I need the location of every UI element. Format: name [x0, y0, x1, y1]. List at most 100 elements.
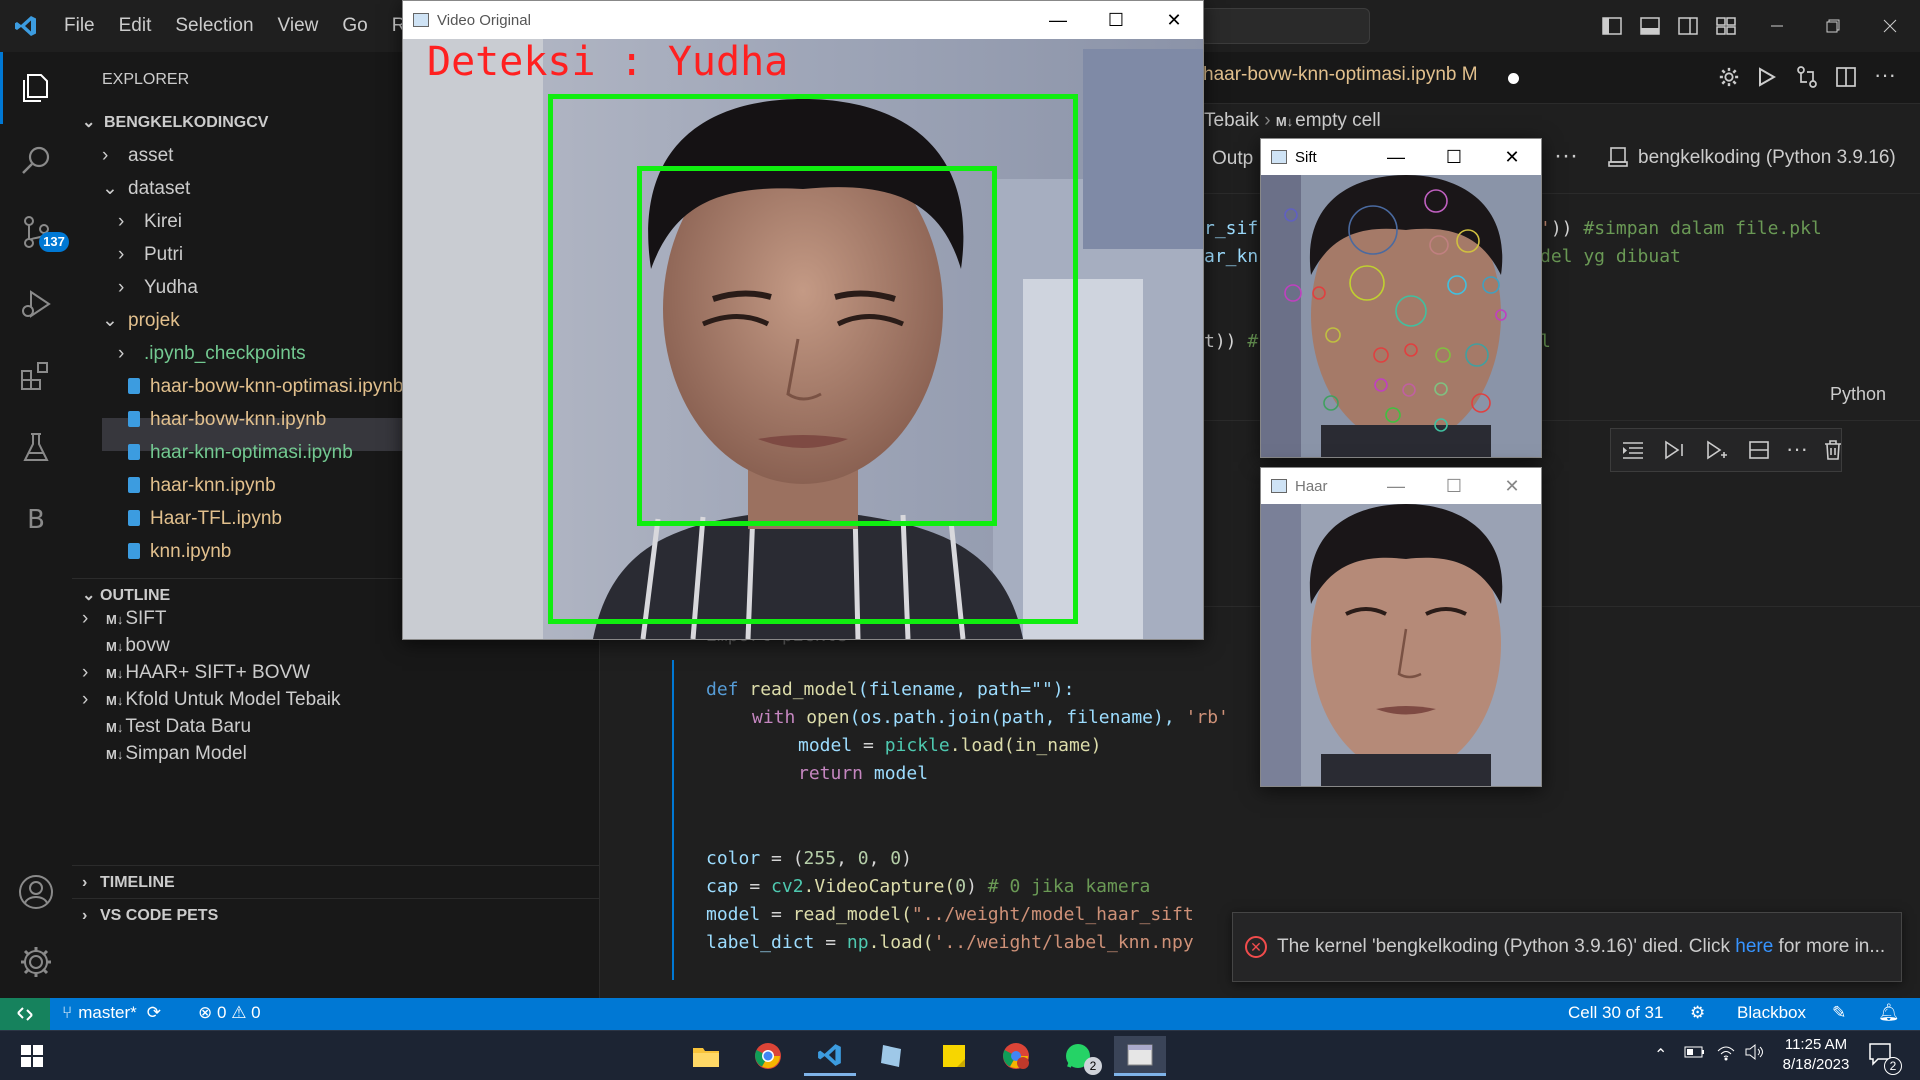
maximize-icon[interactable]: ☐	[1425, 468, 1483, 504]
minimize-icon[interactable]: —	[1029, 1, 1087, 39]
tree-folder[interactable]: ⌄ dataset	[102, 172, 190, 205]
execute-cell-icon[interactable]	[1706, 440, 1728, 465]
tree-folder[interactable]: › Putri	[118, 238, 183, 271]
code-label-dict-line[interactable]: label_dict = np.load('../weight/label_kn…	[706, 929, 1194, 957]
vscode-taskbar-icon[interactable]	[804, 1036, 856, 1076]
file-explorer-icon[interactable]	[680, 1036, 732, 1076]
chrome-icon[interactable]	[742, 1036, 794, 1076]
haar-window-titlebar[interactable]: Haar — ☐ ✕	[1261, 468, 1541, 504]
battery-icon[interactable]	[1684, 1044, 1706, 1065]
tab-label[interactable]: haar-bovw-knn-optimasi.ipynb M	[1203, 64, 1478, 86]
menu-go[interactable]: Go	[330, 0, 379, 52]
close-icon[interactable]: ✕	[1483, 468, 1541, 504]
execute-above-icon[interactable]	[1622, 440, 1644, 465]
notification-link[interactable]: here	[1735, 936, 1773, 957]
tree-file[interactable]: haar-bovw-knn.ipynb	[118, 403, 326, 436]
minimize-icon[interactable]: —	[1367, 468, 1425, 504]
maximize-icon[interactable]: ☐	[1087, 1, 1145, 39]
video-original-window[interactable]: Video Original — ☐ ✕ Deteksi: Yudha	[402, 0, 1204, 640]
show-hidden-icons-icon[interactable]: ⌃	[1654, 1045, 1667, 1065]
branch-indicator[interactable]: ⑂ master* ⟳	[62, 1003, 161, 1023]
compare-changes-icon[interactable]	[1796, 66, 1818, 93]
maximize-icon[interactable]: ☐	[1425, 139, 1483, 175]
outline-item[interactable]: M↓ bovw	[82, 632, 170, 659]
close-icon[interactable]: ✕	[1483, 139, 1541, 175]
manage-gear-icon[interactable]	[0, 926, 72, 998]
toggle-panel-icon[interactable]	[1636, 12, 1664, 40]
outline-item[interactable]: › M↓ SIFT	[82, 605, 167, 632]
extensions-icon[interactable]	[0, 340, 72, 412]
cell-position[interactable]: Cell 30 of 31	[1568, 1003, 1663, 1023]
vscode-pets-section-header[interactable]: › VS CODE PETS	[72, 898, 599, 931]
close-icon[interactable]: ✕	[1145, 1, 1203, 39]
code-read-model-line[interactable]: model = read_model("../weight/model_haar…	[706, 901, 1194, 929]
tree-folder[interactable]: › asset	[102, 139, 173, 172]
sticky-notes-icon[interactable]	[928, 1036, 980, 1076]
command-center[interactable]	[1200, 8, 1370, 44]
more-actions-icon[interactable]: ···	[1874, 62, 1896, 88]
tree-file[interactable]: knn.ipynb	[118, 535, 231, 568]
outline-item[interactable]: M↓ Test Data Baru	[82, 713, 251, 740]
copilot-icon[interactable]: ⚙	[1690, 1003, 1705, 1023]
restore-icon[interactable]	[1819, 12, 1847, 40]
tree-file[interactable]: haar-knn.ipynb	[118, 469, 276, 502]
blackbox-icon[interactable]: B	[0, 484, 72, 556]
code-color-line[interactable]: color = (255, 0, 0)	[706, 845, 912, 873]
close-window-icon[interactable]	[1876, 12, 1904, 40]
customize-layout-icon[interactable]	[1712, 12, 1740, 40]
run-all-icon[interactable]	[1758, 67, 1777, 92]
tree-folder[interactable]: ⌄ projek	[102, 304, 180, 337]
testing-icon[interactable]	[0, 412, 72, 484]
code-model-line[interactable]: model = pickle.load(in_name)	[798, 732, 1101, 760]
code-cap-line[interactable]: cap = cv2.VideoCapture(0) # 0 jika kamer…	[706, 873, 1150, 901]
notebook-settings-gear-icon[interactable]	[1718, 66, 1740, 93]
minimize-icon[interactable]: —	[1367, 139, 1425, 175]
tree-file[interactable]: Haar-TFL.ipynb	[118, 502, 282, 535]
opencv-window-taskbar-icon[interactable]	[1114, 1036, 1166, 1076]
toolbar-more-icon[interactable]: ···	[1554, 142, 1578, 170]
code-line-2[interactable]: ar_kn	[1204, 243, 1258, 271]
problems-indicator[interactable]: ⊗ 0 ⚠ 0	[198, 1003, 261, 1023]
unsaved-dot-icon[interactable]	[1508, 73, 1519, 84]
delete-cell-icon[interactable]	[1824, 440, 1842, 465]
haar-window[interactable]: Haar — ☐ ✕	[1260, 467, 1542, 787]
notifications-bell-icon[interactable]: 🔔︎	[1878, 1003, 1900, 1023]
breadcrumb[interactable]: Tebaik › M↓ empty cell	[1204, 110, 1381, 132]
tree-folder[interactable]: › Kirei	[118, 205, 182, 238]
code-line-1[interactable]: r_sif	[1204, 215, 1258, 243]
code-line-3[interactable]: t)) #	[1204, 328, 1258, 356]
code-def-line[interactable]: def read_model(filename, path=""):	[706, 676, 1074, 704]
outline-item[interactable]: › M↓ Kfold Untuk Model Tebaik	[82, 686, 340, 713]
blackbox-status[interactable]: Blackbox	[1737, 1003, 1806, 1023]
accounts-icon[interactable]	[0, 856, 72, 928]
feedback-icon[interactable]: ✎	[1832, 1003, 1846, 1023]
video-window-titlebar[interactable]: Video Original — ☐ ✕	[403, 1, 1203, 39]
minimize-icon[interactable]	[1763, 12, 1791, 40]
workspace-root[interactable]: ⌄ BENGKELKODINGCV	[82, 106, 268, 139]
menu-file[interactable]: File	[52, 0, 107, 52]
cell-language[interactable]: Python	[1830, 384, 1886, 405]
outline-item[interactable]: › M↓ HAAR+ SIFT+ BOVW	[82, 659, 310, 686]
explorer-icon[interactable]	[0, 52, 72, 124]
tree-folder[interactable]: › Yudha	[118, 271, 198, 304]
sift-window-titlebar[interactable]: Sift — ☐ ✕	[1261, 139, 1541, 175]
cell-more-icon[interactable]: ···	[1786, 436, 1808, 462]
execute-and-below-icon[interactable]	[1664, 440, 1686, 465]
windows-start-icon[interactable]	[6, 1036, 58, 1076]
outputs-label[interactable]: Outp	[1212, 148, 1253, 170]
volume-icon[interactable]	[1744, 1042, 1766, 1067]
chrome-profile-icon[interactable]	[990, 1036, 1042, 1076]
kernel-picker[interactable]: bengkelkoding (Python 3.9.16)	[1638, 147, 1896, 169]
toggle-sidebar-icon[interactable]	[1598, 12, 1626, 40]
menu-selection[interactable]: Selection	[163, 0, 265, 52]
tree-file[interactable]: haar-bovw-knn-optimasi.ipynb	[118, 370, 403, 403]
search-icon[interactable]	[0, 124, 72, 196]
tree-file[interactable]: haar-knn-optimasi.ipynb	[118, 436, 353, 469]
system-clock[interactable]: 11:25 AM 8/18/2023	[1776, 1035, 1856, 1075]
menu-view[interactable]: View	[266, 0, 331, 52]
split-editor-icon[interactable]	[1836, 67, 1856, 92]
split-cell-icon[interactable]	[1748, 440, 1770, 465]
menu-edit[interactable]: Edit	[107, 0, 164, 52]
sift-window[interactable]: Sift — ☐ ✕	[1260, 138, 1542, 458]
code-return-line[interactable]: return model	[798, 760, 928, 788]
